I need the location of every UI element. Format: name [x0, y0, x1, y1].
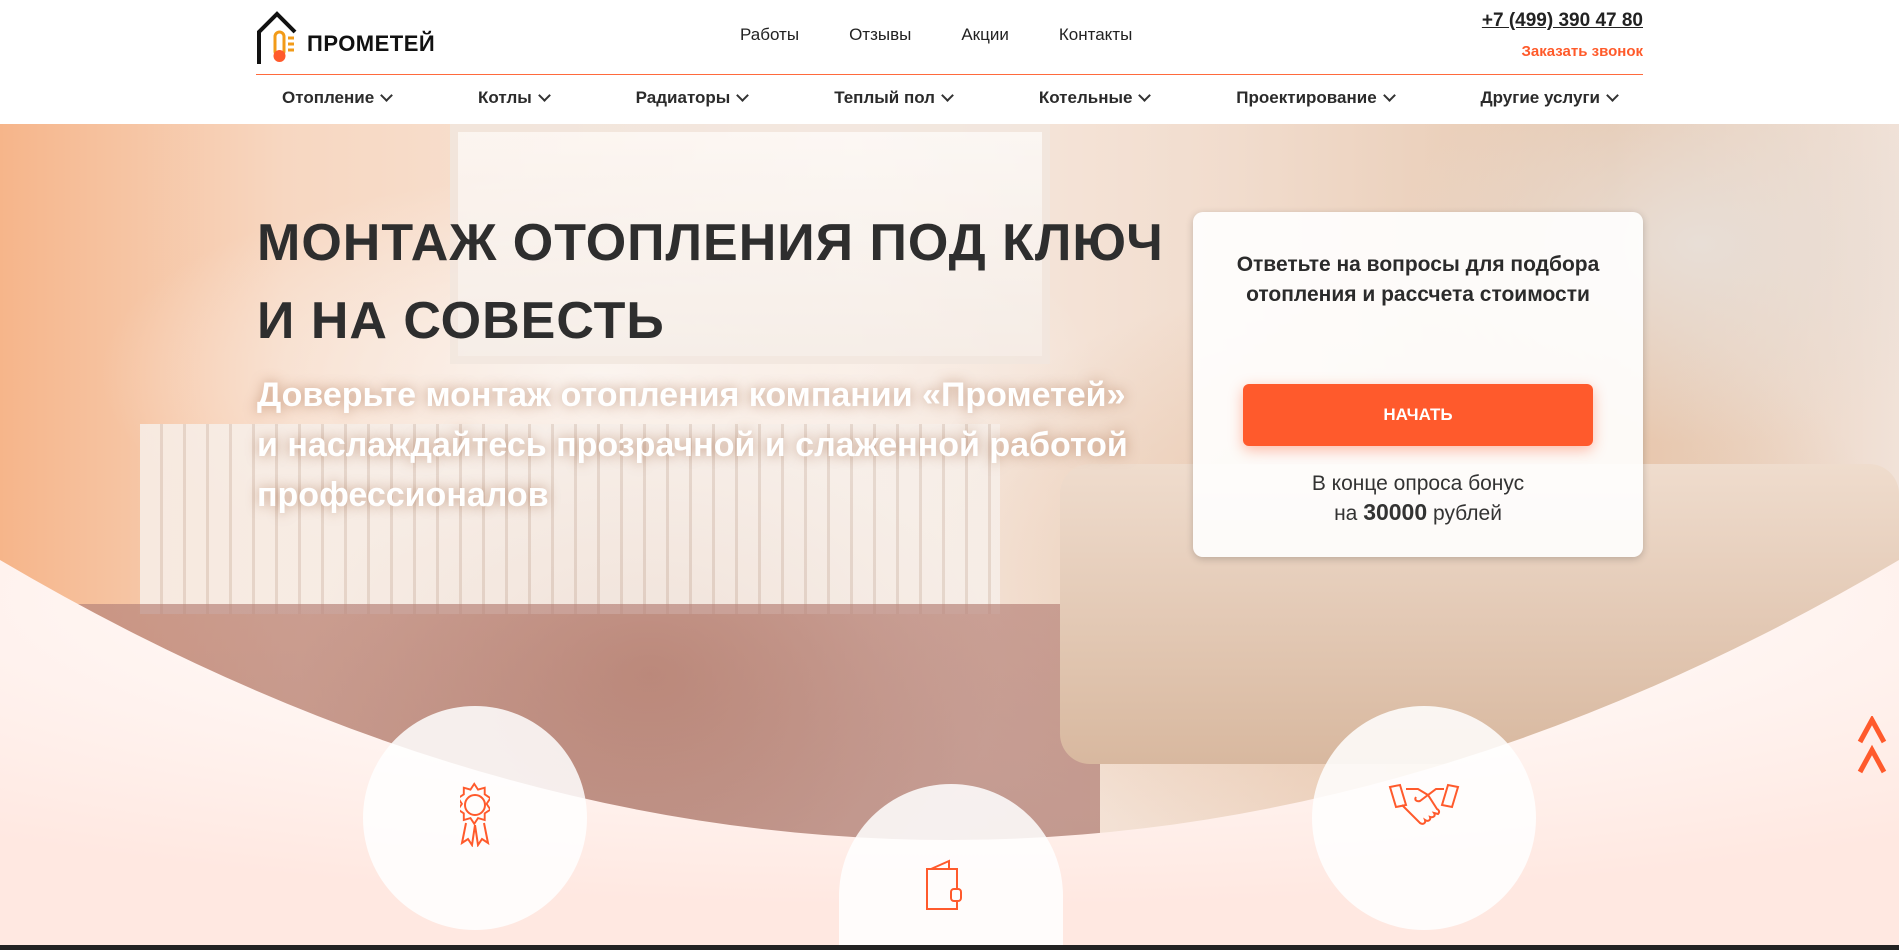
main-menu: Отопление Котлы Радиаторы Теплый пол Кот…	[256, 88, 1643, 108]
quiz-title: Ответьте на вопросы для подбора отоплени…	[1236, 253, 1600, 306]
menu-label: Радиаторы	[635, 88, 731, 107]
divider	[256, 74, 1643, 75]
menu-other-services[interactable]: Другие услуги	[1480, 88, 1619, 108]
chevron-down-icon	[537, 89, 551, 102]
wallet-icon	[926, 859, 962, 910]
bottom-bar	[0, 945, 1899, 950]
top-nav: Работы Отзывы Акции Контакты	[740, 25, 1132, 45]
menu-heating[interactable]: Отопление	[282, 88, 394, 108]
nav-works[interactable]: Работы	[740, 25, 799, 45]
bonus-line: В конце опроса бонус	[1311, 472, 1525, 495]
quiz-card: Ответьте на вопросы для подбора отоплени…	[1193, 212, 1643, 557]
bonus-na: на	[1334, 502, 1358, 525]
chevron-down-icon	[736, 89, 750, 102]
house-thermometer-icon	[257, 11, 297, 64]
logo-text: ПРОМЕТЕЙ	[307, 31, 436, 56]
menu-label: Отопление	[282, 88, 375, 107]
double-chevron-up-icon	[1857, 714, 1887, 774]
scroll-to-top-button[interactable]	[1856, 714, 1888, 783]
award-icon	[460, 782, 490, 847]
chevron-down-icon	[941, 89, 954, 102]
header: ПРОМЕТЕЙ Работы Отзывы Акции Контакты +7…	[0, 0, 1899, 124]
hero-title-line: МОНТАЖ ОТОПЛЕНИЯ ПОД КЛЮЧ	[257, 214, 1164, 272]
handshake-icon	[1388, 783, 1460, 825]
menu-label: Котельные	[1038, 88, 1133, 107]
chevron-down-icon	[1606, 89, 1619, 102]
menu-radiators[interactable]: Радиаторы	[635, 88, 750, 108]
menu-design[interactable]: Проектирование	[1236, 88, 1396, 108]
start-button[interactable]: НАЧАТЬ	[1243, 384, 1593, 446]
chevron-down-icon	[1382, 89, 1396, 102]
menu-boiler-rooms[interactable]: Котельные	[1038, 88, 1152, 108]
feature-circle-handshake	[1312, 706, 1536, 930]
menu-label: Котлы	[478, 88, 532, 107]
menu-label: Проектирование	[1236, 88, 1377, 107]
chevron-down-icon	[380, 89, 394, 102]
bonus-amount: 30000	[1363, 499, 1428, 525]
hero-title-line: И НА СОВЕСТЬ	[257, 292, 665, 350]
nav-promotions[interactable]: Акции	[961, 25, 1009, 45]
bonus-text: В конце опроса бонус на 30000 рублей	[1193, 470, 1643, 528]
hero-title: МОНТАЖ ОТОПЛЕНИЯ ПОД КЛЮЧ И НА СОВЕСТЬ	[257, 204, 1164, 360]
bonus-suffix: рублей	[1433, 502, 1502, 525]
menu-floor-heating[interactable]: Теплый пол	[834, 88, 954, 108]
menu-label: Другие услуги	[1480, 88, 1600, 107]
nav-reviews[interactable]: Отзывы	[849, 25, 911, 45]
menu-label: Теплый пол	[834, 88, 935, 107]
hero-subtitle: Доверьте монтаж отопления компании «Пром…	[257, 376, 1128, 514]
phone-link[interactable]: +7 (499) 390 47 80	[1482, 10, 1643, 32]
chevron-down-icon	[1138, 89, 1152, 102]
bonus-line: на 30000 рублей	[1193, 498, 1643, 528]
feature-circle-award	[363, 706, 587, 930]
callback-link[interactable]: Заказать звонок	[1522, 43, 1643, 60]
nav-contacts[interactable]: Контакты	[1059, 25, 1132, 45]
menu-boilers[interactable]: Котлы	[478, 88, 551, 108]
logo[interactable]: ПРОМЕТЕЙ	[255, 10, 435, 66]
